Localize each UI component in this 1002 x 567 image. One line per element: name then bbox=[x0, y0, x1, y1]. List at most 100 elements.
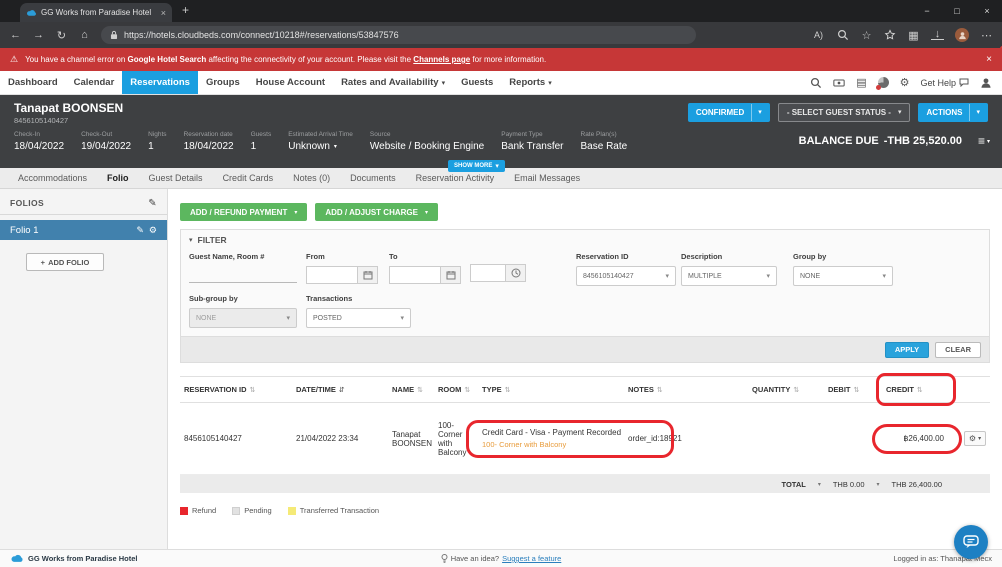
window-close-button[interactable]: × bbox=[972, 0, 1002, 22]
alert-close-icon[interactable]: × bbox=[986, 54, 992, 65]
browser-menu-dots-icon[interactable]: ⋯ bbox=[980, 29, 993, 42]
from-date-input[interactable] bbox=[306, 266, 358, 284]
zoom-icon[interactable] bbox=[837, 29, 849, 41]
forward-icon[interactable]: → bbox=[32, 29, 45, 41]
lock-icon bbox=[110, 30, 118, 40]
cash-drawer-icon[interactable] bbox=[833, 77, 845, 89]
hotel-building-icon[interactable]: ▤ bbox=[856, 77, 866, 89]
total-label: TOTAL bbox=[782, 480, 806, 489]
tab-notes[interactable]: Notes (0) bbox=[283, 173, 340, 183]
favorites-bar-icon[interactable] bbox=[884, 29, 896, 41]
filter-transactions-field: Transactions POSTED▾ bbox=[306, 294, 411, 328]
clear-button[interactable]: CLEAR bbox=[935, 342, 981, 358]
edit-folio-pencil-icon[interactable]: ✎ bbox=[136, 225, 144, 236]
edit-folios-pencil-icon[interactable]: ✎ bbox=[148, 198, 157, 209]
gear-icon[interactable]: ⚙ bbox=[900, 77, 910, 89]
tab-guest-details[interactable]: Guest Details bbox=[139, 173, 213, 183]
header-quantity[interactable]: QUANTITY⇅ bbox=[748, 385, 824, 394]
nav-item-rates-availability[interactable]: Rates and Availability▾ bbox=[333, 71, 453, 94]
reports-pie-icon[interactable] bbox=[878, 77, 889, 88]
tab-accommodations[interactable]: Accommodations bbox=[8, 173, 97, 183]
downloads-icon[interactable]: ↓ bbox=[931, 30, 944, 40]
tab-documents[interactable]: Documents bbox=[340, 173, 406, 183]
nav-item-reports[interactable]: Reports▾ bbox=[501, 71, 559, 94]
filter-collapse-toggle[interactable]: ▾FILTER bbox=[189, 235, 227, 245]
field-value: Bank Transfer bbox=[501, 141, 563, 152]
tab-close-icon[interactable]: × bbox=[161, 8, 166, 18]
nav-item-reservations[interactable]: Reservations bbox=[122, 71, 198, 94]
channels-page-link[interactable]: Channels page bbox=[413, 55, 470, 64]
header-debit[interactable]: DEBIT⇅ bbox=[824, 385, 882, 394]
header-label: DATE/TIME bbox=[296, 385, 336, 394]
read-aloud-icon[interactable]: A) bbox=[811, 30, 826, 40]
chevron-down-icon[interactable]: ▾ bbox=[818, 481, 821, 488]
header-type[interactable]: TYPE⇅ bbox=[478, 385, 624, 394]
field-estimated-arrival[interactable]: Estimated Arrival TimeUnknown▾ bbox=[288, 131, 353, 152]
to-calendar-button[interactable] bbox=[441, 266, 461, 284]
apply-button[interactable]: APPLY bbox=[885, 342, 929, 358]
back-icon[interactable]: ← bbox=[9, 29, 22, 41]
suggest-feature-link[interactable]: Suggest a feature bbox=[502, 554, 561, 563]
profile-avatar[interactable] bbox=[955, 28, 969, 42]
home-icon[interactable]: ⌂ bbox=[78, 29, 91, 41]
header-credit[interactable]: CREDIT⇅ bbox=[882, 385, 948, 394]
window-maximize-button[interactable]: □ bbox=[942, 0, 972, 22]
reservation-id-select[interactable]: 8456105140427▾ bbox=[576, 266, 676, 286]
header-label: NAME bbox=[392, 385, 414, 394]
to-time-input[interactable] bbox=[470, 264, 506, 282]
from-calendar-button[interactable] bbox=[358, 266, 378, 284]
show-more-button[interactable]: SHOW MORE▾ bbox=[448, 160, 505, 172]
nav-item-calendar[interactable]: Calendar bbox=[66, 71, 123, 94]
tab-credit-cards[interactable]: Credit Cards bbox=[213, 173, 284, 183]
get-help-link[interactable]: Get Help bbox=[920, 78, 969, 88]
guest-name-room-input[interactable] bbox=[189, 268, 297, 283]
nav-item-groups[interactable]: Groups bbox=[198, 71, 248, 94]
balance-menu-icon[interactable]: ≡▾ bbox=[978, 134, 990, 148]
tab-title: GG Works from Paradise Hotel bbox=[41, 8, 157, 17]
chevron-down-icon[interactable]: ▾ bbox=[877, 481, 880, 488]
actions-button[interactable]: ACTIONS▾ bbox=[918, 103, 988, 122]
tab-folio[interactable]: Folio bbox=[97, 173, 139, 183]
chat-widget-button[interactable] bbox=[954, 525, 988, 559]
browser-toolbar: ← → ↻ ⌂ https://hotels.cloudbeds.com/con… bbox=[0, 22, 1002, 48]
sub-group-select[interactable]: NONE▾ bbox=[189, 308, 297, 328]
tab-reservation-activity[interactable]: Reservation Activity bbox=[406, 173, 505, 183]
tab-email-messages[interactable]: Email Messages bbox=[504, 173, 590, 183]
confirmed-status-button[interactable]: CONFIRMED▾ bbox=[688, 103, 770, 122]
browser-tab[interactable]: GG Works from Paradise Hotel × bbox=[20, 3, 172, 22]
nav-item-guests[interactable]: Guests bbox=[453, 71, 501, 94]
refund-swatch bbox=[180, 507, 188, 515]
address-bar[interactable]: https://hotels.cloudbeds.com/connect/102… bbox=[101, 26, 696, 44]
header-date-time[interactable]: DATE/TIME⇵ bbox=[292, 385, 388, 394]
transactions-select[interactable]: POSTED▾ bbox=[306, 308, 411, 328]
add-refund-payment-button[interactable]: ADD / REFUND PAYMENT▾ bbox=[180, 203, 307, 221]
window-minimize-button[interactable]: − bbox=[912, 0, 942, 22]
folio-list-item[interactable]: Folio 1 ✎⚙ bbox=[0, 220, 167, 240]
search-icon[interactable] bbox=[810, 77, 822, 89]
to-date-input[interactable] bbox=[389, 266, 441, 284]
filter-from-field: From bbox=[306, 252, 378, 284]
header-reservation-id[interactable]: RESERVATION ID⇅ bbox=[180, 385, 292, 394]
get-help-label: Get Help bbox=[920, 78, 956, 88]
collections-icon[interactable]: ▦ bbox=[907, 29, 920, 42]
nav-item-dashboard[interactable]: Dashboard bbox=[0, 71, 66, 94]
refresh-icon[interactable]: ↻ bbox=[55, 29, 68, 42]
user-icon[interactable] bbox=[980, 77, 992, 89]
add-adjust-charge-button[interactable]: ADD / ADJUST CHARGE▾ bbox=[315, 203, 438, 221]
add-folio-button[interactable]: +ADD FOLIO bbox=[26, 253, 104, 271]
folio-gear-icon[interactable]: ⚙ bbox=[149, 225, 157, 236]
to-time-button[interactable] bbox=[506, 264, 526, 282]
hamburger-icon: ≡ bbox=[978, 134, 985, 148]
row-gear-button[interactable]: ⚙▾ bbox=[964, 431, 986, 446]
guest-status-dropdown[interactable]: - SELECT GUEST STATUS -▾ bbox=[778, 103, 911, 122]
add-favorite-star-icon[interactable]: ☆ bbox=[860, 29, 873, 42]
description-select[interactable]: MULTIPLE▾ bbox=[681, 266, 777, 286]
nav-item-house-account[interactable]: House Account bbox=[248, 71, 333, 94]
header-notes[interactable]: NOTES⇅ bbox=[624, 385, 748, 394]
cell-date-time: 21/04/2022 23:34 bbox=[292, 434, 388, 443]
group-by-select[interactable]: NONE▾ bbox=[793, 266, 893, 286]
transaction-type-detail: 100- Corner with Balcony bbox=[482, 440, 620, 449]
header-name[interactable]: NAME⇅ bbox=[388, 385, 434, 394]
new-tab-button[interactable]: + bbox=[182, 3, 189, 17]
header-room[interactable]: ROOM⇅ bbox=[434, 385, 478, 394]
